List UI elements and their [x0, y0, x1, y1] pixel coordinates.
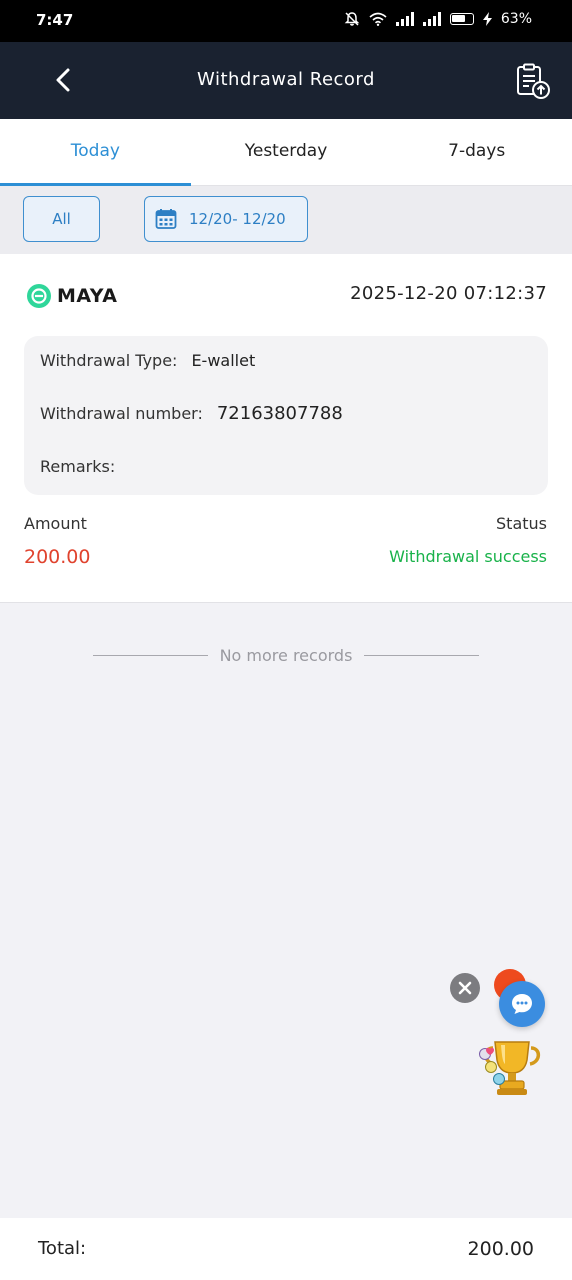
- total-label: Total:: [38, 1238, 87, 1259]
- signal-icon: [422, 12, 441, 26]
- date-range-text: 12/20- 12/20: [189, 210, 286, 228]
- status-icons: 63%: [344, 11, 532, 27]
- status-time: 7:47: [36, 11, 74, 29]
- total-value: 200.00: [467, 1238, 534, 1260]
- app-header: Withdrawal Record: [0, 42, 572, 119]
- close-float-button[interactable]: [450, 973, 480, 1003]
- divider: [92, 655, 208, 656]
- wifi-icon: [369, 12, 387, 26]
- tab-yesterday[interactable]: Yesterday: [191, 119, 382, 185]
- payment-brand: MAYA: [26, 283, 117, 309]
- filter-all-button[interactable]: All: [23, 196, 100, 242]
- chat-support-button[interactable]: [499, 981, 545, 1027]
- brand-name: MAYA: [57, 285, 118, 307]
- trophy-icon: [479, 1041, 541, 1095]
- withdrawal-record-card: MAYA 2025-12-20 07:12:37 Withdrawal Type…: [0, 254, 572, 603]
- remarks-label: Remarks:: [40, 457, 116, 476]
- tab-7-days[interactable]: 7-days: [381, 119, 572, 185]
- withdrawal-type-value: E-wallet: [191, 351, 256, 370]
- upload-record-button[interactable]: [514, 62, 552, 100]
- page-title: Withdrawal Record: [197, 69, 375, 90]
- calendar-icon: [155, 209, 177, 229]
- chat-icon: [512, 994, 532, 1014]
- record-details: Withdrawal Type: E-wallet Withdrawal numb…: [24, 336, 548, 495]
- close-icon: [458, 981, 472, 995]
- status-label: Status: [496, 514, 547, 533]
- withdrawal-number-row: Withdrawal number: 72163807788: [40, 403, 343, 424]
- withdrawal-number-label: Withdrawal number:: [40, 404, 203, 423]
- tab-today[interactable]: Today: [0, 119, 191, 186]
- date-range-button[interactable]: 12/20- 12/20: [144, 196, 308, 242]
- withdrawal-number-value: 72163807788: [216, 403, 343, 424]
- list-end-indicator: No more records: [0, 646, 572, 665]
- bell-off-icon: [344, 12, 360, 26]
- amount-value: 200.00: [24, 546, 91, 568]
- charging-icon: [482, 12, 492, 26]
- amount-label: Amount: [24, 514, 87, 533]
- date-tabs: Today Yesterday 7-days: [0, 119, 572, 186]
- status-bar: 7:47 63%: [0, 0, 572, 42]
- remarks-row: Remarks:: [40, 457, 129, 476]
- battery-percent: 63%: [500, 11, 532, 27]
- signal-icon: [395, 12, 414, 26]
- no-more-records-text: No more records: [219, 646, 353, 665]
- clipboard-upload-icon: [517, 63, 550, 99]
- battery-icon: [449, 13, 474, 25]
- status-badge: Withdrawal success: [389, 547, 547, 566]
- filter-bar: All 12/20- 12/20: [0, 186, 572, 254]
- divider: [364, 655, 480, 656]
- maya-logo-icon: [27, 284, 51, 308]
- withdrawal-type-label: Withdrawal Type:: [40, 351, 178, 370]
- total-footer: Total: 200.00: [0, 1218, 572, 1280]
- withdrawal-type-row: Withdrawal Type: E-wallet: [40, 351, 255, 370]
- leaderboard-float-button[interactable]: [475, 1036, 545, 1098]
- record-datetime: 2025-12-20 07:12:37: [350, 283, 547, 304]
